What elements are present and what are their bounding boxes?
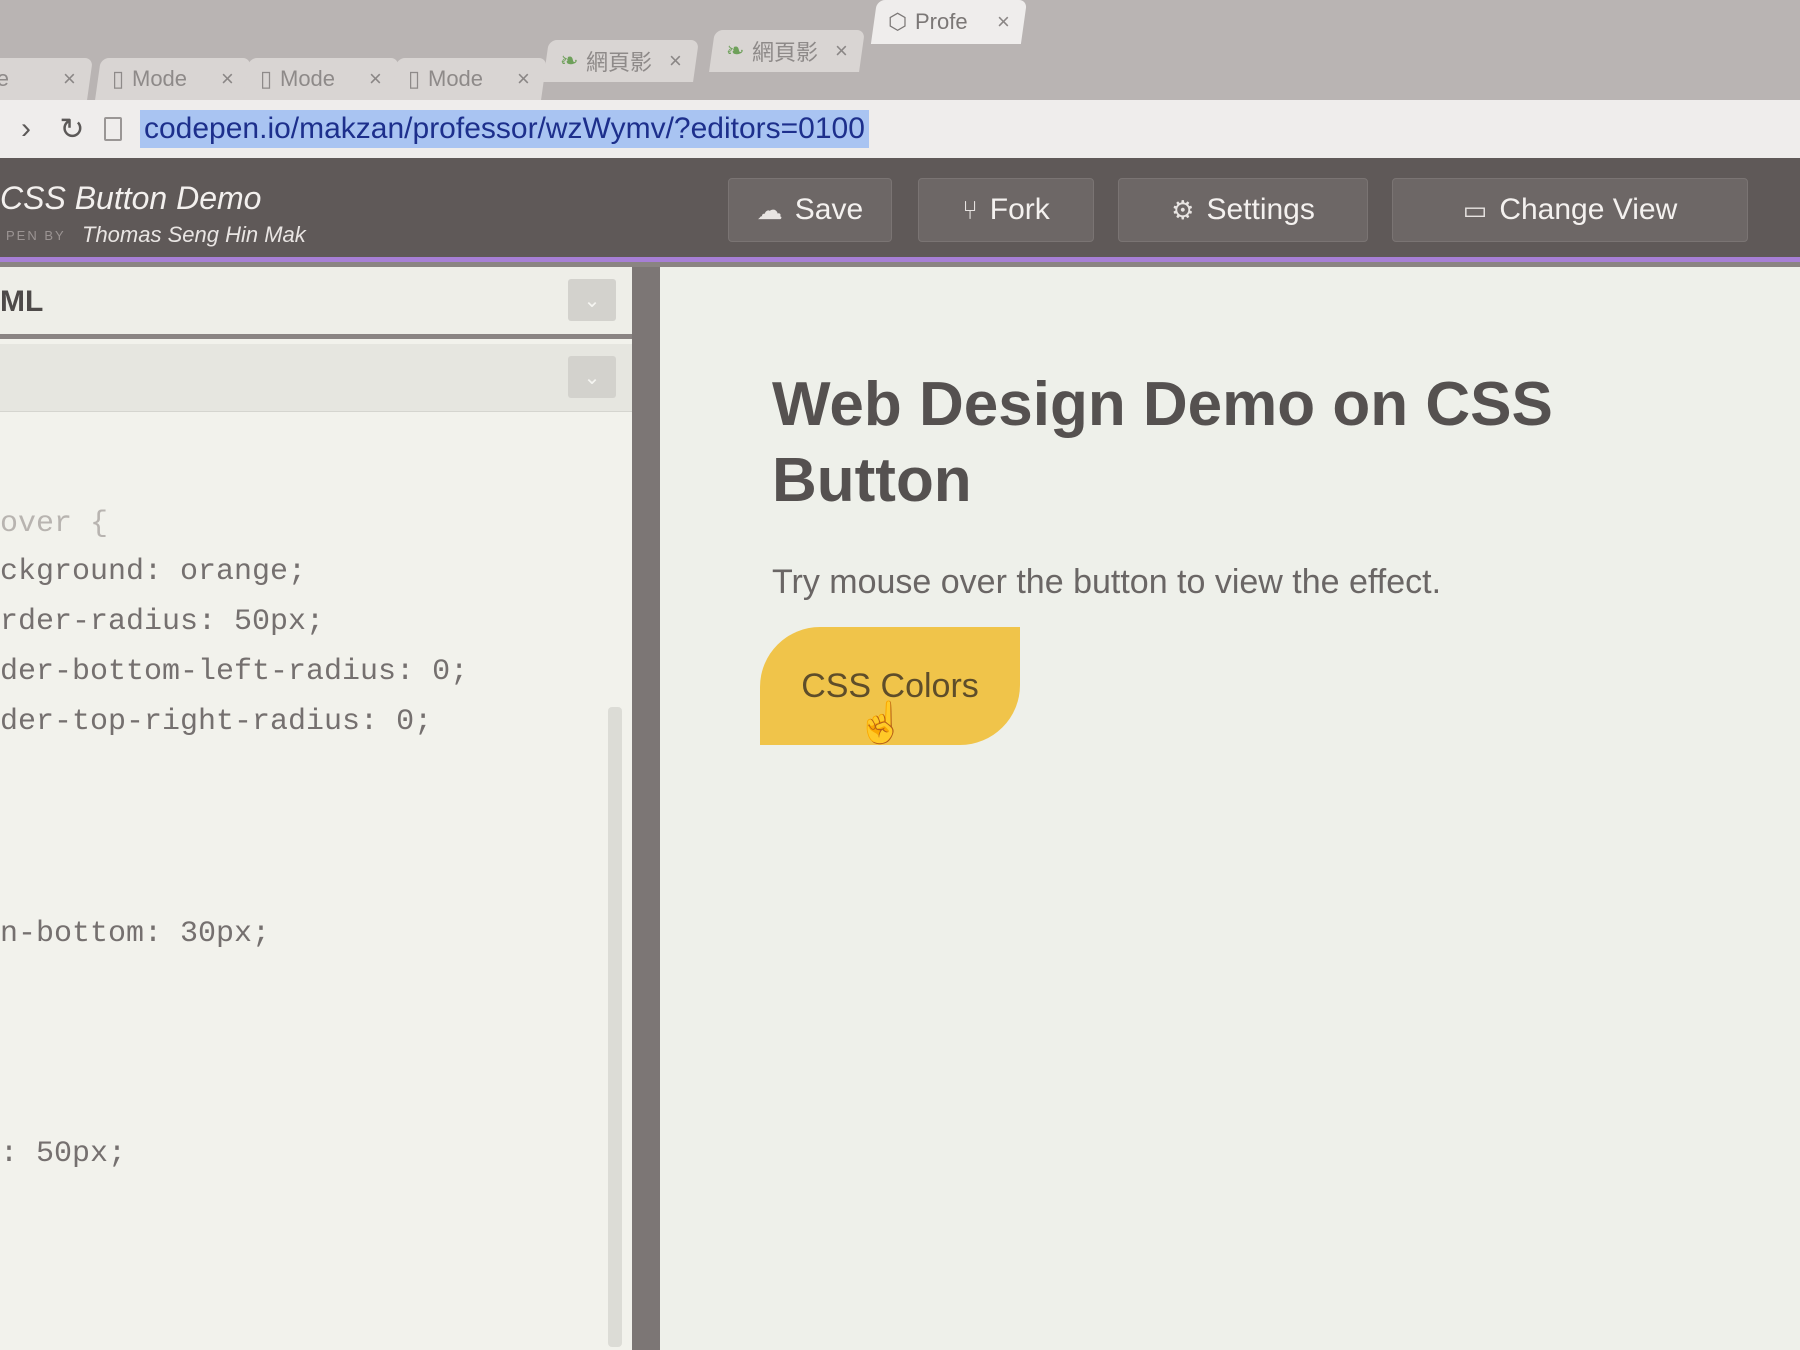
pen-by-label: PEN BY	[6, 228, 66, 243]
code-line[interactable]: rder-radius: 50px;	[0, 605, 324, 639]
pen-author[interactable]: Thomas Seng Hin Mak	[82, 222, 306, 248]
demo-instruction: Try mouse over the button to view the ef…	[772, 563, 1442, 601]
code-line[interactable]: ckground: orange;	[0, 555, 306, 589]
css-editor-panel: ML ⌄ ⌄ over { ckground: orange; rder-rad…	[0, 267, 660, 1350]
leaf-icon: ❧	[726, 38, 745, 63]
browser-tab[interactable]: Mode ×	[0, 58, 93, 100]
close-icon[interactable]: ×	[997, 9, 1010, 35]
page-icon	[104, 117, 122, 141]
browser-tab-active[interactable]: ⬡ Profe ×	[870, 0, 1028, 44]
page-icon: ▯	[112, 66, 125, 91]
tab-label: 網頁影	[586, 50, 653, 75]
address-bar: › ↻ codepen.io/makzan/professor/wzWymv/?…	[0, 100, 1800, 158]
save-label: Save	[794, 193, 864, 226]
close-icon[interactable]: ×	[369, 66, 382, 92]
fork-button[interactable]: ⑂ Fork	[918, 178, 1094, 242]
hand-cursor-icon: ☝	[856, 701, 906, 745]
chevron-down-icon[interactable]: ⌄	[568, 279, 616, 321]
close-icon[interactable]: ×	[835, 38, 848, 64]
forward-icon[interactable]: ›	[12, 112, 40, 146]
close-icon[interactable]: ×	[221, 66, 234, 92]
editor-subheader: ⌄	[0, 344, 632, 412]
gear-icon: ⚙	[1171, 194, 1195, 225]
tab-label: 網頁影	[752, 40, 819, 65]
code-line[interactable]: der-top-right-radius: 0;	[0, 705, 432, 739]
save-button[interactable]: ☁ Save	[728, 178, 892, 242]
reload-icon[interactable]: ↻	[58, 112, 86, 147]
editor-scrollbar[interactable]	[608, 707, 622, 1347]
demo-heading: Web Design Demo on CSS Button	[772, 370, 1553, 515]
change-view-button[interactable]: ▭ Change View	[1392, 178, 1748, 242]
page-icon: ▯	[408, 66, 421, 91]
browser-tab[interactable]: ❧ 網頁影 ×	[709, 30, 865, 72]
change-view-label: Change View	[1499, 193, 1678, 226]
close-icon[interactable]: ×	[63, 66, 76, 92]
fork-icon: ⑂	[962, 194, 978, 225]
tab-label: Mode	[428, 66, 484, 91]
tab-label: Mode	[132, 66, 188, 91]
browser-tab[interactable]: ❧ 網頁影 ×	[543, 40, 699, 82]
code-line[interactable]: der-bottom-left-radius: 0;	[0, 655, 468, 689]
view-icon: ▭	[1462, 194, 1488, 225]
code-line[interactable]: n-bottom: 30px;	[0, 917, 270, 951]
close-icon[interactable]: ×	[517, 66, 530, 92]
code-line[interactable]: : 50px;	[0, 1137, 126, 1171]
browser-tab[interactable]: ▯ Mode ×	[95, 58, 251, 100]
pen-header: CSS Button Demo PEN BY Thomas Seng Hin M…	[0, 158, 1800, 262]
tab-label: Mode	[0, 66, 10, 91]
chevron-down-icon[interactable]: ⌄	[568, 356, 616, 398]
close-icon[interactable]: ×	[669, 48, 682, 74]
code-line[interactable]: over {	[0, 507, 108, 541]
fork-label: Fork	[989, 193, 1050, 226]
settings-label: Settings	[1206, 193, 1315, 226]
browser-tab[interactable]: ▯ Mode ×	[243, 58, 399, 100]
url-field[interactable]: codepen.io/makzan/professor/wzWymv/?edit…	[140, 110, 869, 148]
cloud-icon: ☁	[756, 194, 783, 225]
pen-title[interactable]: CSS Button Demo	[0, 180, 261, 217]
page-icon: ▯	[260, 66, 273, 91]
browser-tab[interactable]: ▯ Mode ×	[391, 58, 547, 100]
editor-title: ML	[0, 285, 44, 318]
codepen-icon: ⬡	[888, 9, 908, 34]
tab-label: Profe	[915, 9, 968, 34]
leaf-icon: ❧	[560, 48, 579, 73]
editor-header: ML ⌄	[0, 267, 632, 339]
preview-panel: Web Design Demo on CSS Button Try mouse …	[660, 267, 1800, 1350]
browser-tab-bar: Mode × ▯ Mode × ▯ Mode × ▯ Mode × ❧ 網頁影 …	[0, 0, 1800, 100]
tab-label: Mode	[280, 66, 336, 91]
settings-button[interactable]: ⚙ Settings	[1118, 178, 1368, 242]
